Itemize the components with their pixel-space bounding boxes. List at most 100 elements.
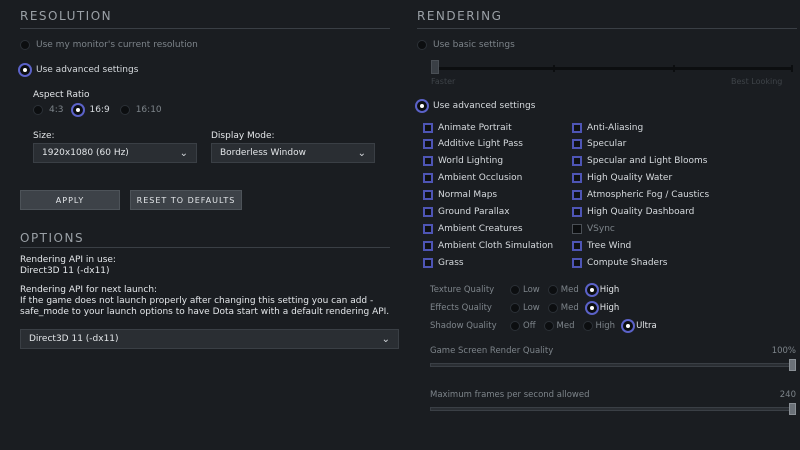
aspect-16-9-radio[interactable]: 16:9 [73, 105, 110, 115]
check-grass[interactable]: Grass [423, 256, 553, 269]
rendering-api-select-value: Direct3D 11 (-dx11) [29, 334, 119, 344]
use-basic-settings-radio[interactable]: Use basic settings [417, 40, 515, 50]
display-mode-label: Display Mode: [211, 131, 275, 141]
check-high-quality-water[interactable]: High Quality Water [572, 172, 709, 185]
slider-handle[interactable] [789, 359, 796, 371]
rendering-divider [417, 28, 797, 29]
check-compute-shaders[interactable]: Compute Shaders [572, 256, 709, 269]
option-label: Med [556, 321, 575, 331]
radio-icon [543, 321, 554, 331]
radio-selected-icon [20, 65, 30, 75]
check-specular-light-blooms[interactable]: Specular and Light Blooms [572, 155, 709, 168]
apply-button[interactable]: APPLY [20, 190, 120, 210]
checkbox-icon [572, 240, 582, 251]
shadow-high-radio[interactable]: High [582, 321, 615, 331]
effects-med-radio[interactable]: Med [547, 303, 579, 313]
chevron-down-icon: ⌄ [357, 147, 366, 159]
shadow-ultra-radio[interactable]: Ultra [623, 321, 657, 331]
chevron-down-icon: ⌄ [381, 333, 390, 345]
effects-high-radio[interactable]: High [586, 303, 620, 313]
check-label: Atmospheric Fog / Caustics [587, 190, 710, 201]
max-fps-slider[interactable] [430, 402, 796, 416]
use-advanced-resolution-label: Use advanced settings [36, 65, 139, 75]
checkbox-icon [423, 139, 433, 150]
radio-icon [510, 285, 520, 295]
radio-icon [119, 105, 130, 115]
use-advanced-rendering-label: Use advanced settings [433, 101, 536, 111]
radio-icon [20, 40, 30, 50]
chevron-down-icon: ⌄ [179, 147, 188, 159]
basic-preset-slider[interactable] [431, 60, 793, 74]
check-label: Grass [438, 257, 464, 268]
slider-tick [791, 65, 793, 72]
size-label: Size: [33, 131, 55, 141]
effects-quality-row: Effects Quality Low Med High [430, 300, 623, 316]
check-label: VSync [587, 223, 615, 234]
resolution-divider [20, 28, 390, 29]
render-quality-value: 100% [771, 346, 796, 356]
slider-handle[interactable] [789, 403, 796, 415]
texture-high-radio[interactable]: High [586, 285, 619, 295]
option-label: Low [523, 303, 540, 313]
aspect-ratio-label: Aspect Ratio [33, 90, 90, 100]
check-high-quality-dashboard[interactable]: High Quality Dashboard [572, 205, 709, 218]
slider-tick [553, 65, 555, 72]
check-ambient-creatures[interactable]: Ambient Creatures [423, 222, 553, 235]
aspect-4-3-radio[interactable]: 4:3 [33, 105, 63, 115]
check-specular[interactable]: Specular [572, 138, 709, 151]
checkbox-icon [423, 190, 433, 201]
size-select[interactable]: 1920x1080 (60 Hz) ⌄ [33, 143, 197, 163]
check-ambient-cloth-simulation[interactable]: Ambient Cloth Simulation [423, 239, 553, 252]
aspect-16-10-label: 16:10 [135, 105, 162, 115]
shadow-off-radio[interactable]: Off [510, 321, 536, 331]
use-advanced-resolution-radio[interactable]: Use advanced settings [20, 65, 138, 75]
check-label: Animate Portrait [438, 122, 512, 133]
checkbox-icon [423, 223, 433, 234]
resolution-title: RESOLUTION [20, 9, 113, 23]
aspect-16-9-label: 16:9 [89, 105, 110, 115]
checkbox-icon [572, 190, 582, 201]
check-ground-parallax[interactable]: Ground Parallax [423, 205, 553, 218]
display-mode-select[interactable]: Borderless Window ⌄ [211, 143, 375, 163]
texture-med-radio[interactable]: Med [547, 285, 579, 295]
radio-icon [510, 303, 520, 313]
check-atmospheric-fog[interactable]: Atmospheric Fog / Caustics [572, 189, 709, 202]
check-label: High Quality Dashboard [587, 206, 695, 217]
texture-low-radio[interactable]: Low [510, 285, 540, 295]
checkbox-icon [423, 206, 433, 217]
radio-icon [582, 321, 593, 331]
check-tree-wind[interactable]: Tree Wind [572, 239, 709, 252]
shadow-med-radio[interactable]: Med [543, 321, 575, 331]
check-normal-maps[interactable]: Normal Maps [423, 189, 553, 202]
checkbox-icon [423, 257, 433, 268]
api-next-launch-label: Rendering API for next launch: [20, 285, 158, 295]
checkbox-icon [423, 156, 433, 167]
radio-selected-icon [586, 285, 597, 295]
checkbox-icon [423, 173, 433, 184]
checkbox-icon [572, 257, 582, 268]
reset-to-defaults-button[interactable]: RESET TO DEFAULTS [130, 190, 242, 210]
options-divider [20, 247, 390, 248]
check-label: Ambient Occlusion [438, 173, 523, 184]
aspect-16-10-radio[interactable]: 16:10 [119, 105, 162, 115]
use-advanced-rendering-radio[interactable]: Use advanced settings [417, 101, 535, 111]
check-additive-light-pass[interactable]: Additive Light Pass [423, 138, 553, 151]
check-vsync[interactable]: VSync [572, 222, 709, 235]
use-monitor-resolution-radio[interactable]: Use my monitor's current resolution [20, 40, 198, 50]
slider-track [430, 407, 796, 411]
check-ambient-occlusion[interactable]: Ambient Occlusion [423, 172, 553, 185]
effects-low-radio[interactable]: Low [510, 303, 540, 313]
check-world-lighting[interactable]: World Lighting [423, 155, 553, 168]
checkbox-icon [572, 122, 582, 133]
render-quality-slider[interactable] [430, 358, 796, 372]
radio-icon [417, 40, 427, 50]
check-animate-portrait[interactable]: Animate Portrait [423, 121, 553, 134]
radio-selected-icon [586, 303, 597, 313]
check-label: Specular [587, 139, 627, 150]
rendering-api-select[interactable]: Direct3D 11 (-dx11) ⌄ [20, 329, 399, 349]
option-label: High [599, 303, 620, 313]
checkbox-icon [572, 223, 582, 234]
size-select-value: 1920x1080 (60 Hz) [42, 148, 129, 158]
slider-handle[interactable] [431, 60, 439, 74]
check-anti-aliasing[interactable]: Anti-Aliasing [572, 121, 709, 134]
